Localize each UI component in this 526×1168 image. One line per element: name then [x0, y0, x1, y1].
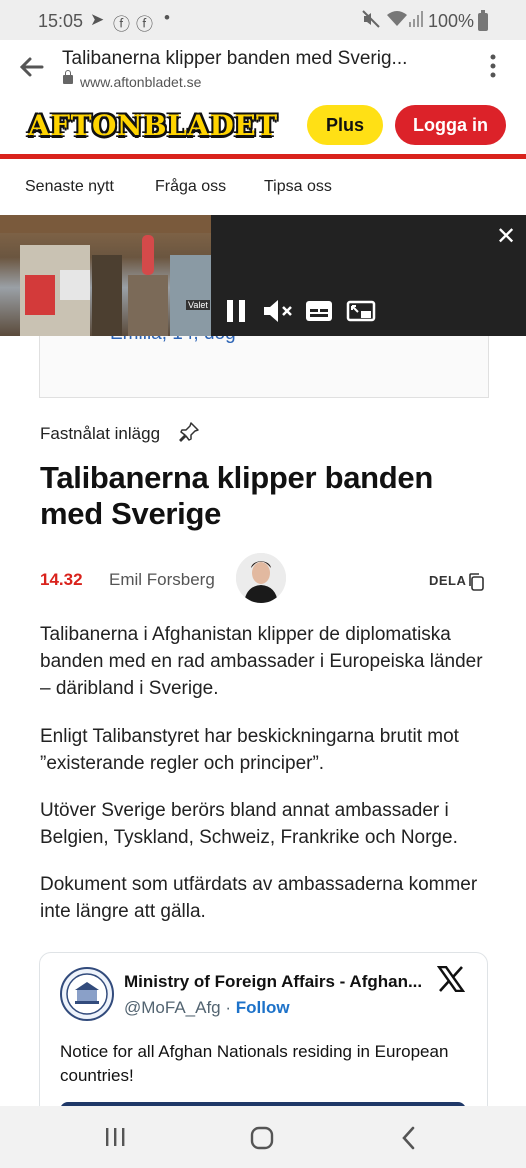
- status-bar: 15:05 ➤ ⓕ ⓕ • 100%: [0, 0, 526, 40]
- separator-dot: ·: [225, 998, 232, 1017]
- tweet-handle-row: @MoFA_Afg · Follow: [124, 998, 290, 1018]
- tweet-handle[interactable]: @MoFA_Afg: [124, 998, 221, 1017]
- page-title[interactable]: Talibanerna klipper banden med Sverig...: [62, 48, 407, 70]
- follow-button[interactable]: Follow: [236, 998, 290, 1017]
- site-logo[interactable]: AFTONBLADET: [22, 108, 283, 144]
- pinned-label: Fastnålat inlägg: [40, 424, 161, 443]
- author-avatar[interactable]: [236, 553, 286, 603]
- picture-in-picture-icon[interactable]: [346, 300, 376, 327]
- nav-item-ask-us[interactable]: Fråga oss: [155, 178, 226, 196]
- tweet-author-name[interactable]: Ministry of Foreign Affairs - Afghan...: [124, 972, 422, 992]
- status-time: 15:05: [38, 11, 84, 31]
- close-video-icon[interactable]: ✕: [496, 222, 516, 251]
- recent-apps-icon[interactable]: [104, 1127, 126, 1152]
- lock-icon: [63, 70, 73, 84]
- battery-indicator: 100%: [427, 9, 488, 32]
- post-time: 14.32: [40, 570, 83, 589]
- article-paragraph: Dokument som utfärdats av ambassaderna k…: [40, 874, 478, 922]
- telegram-icon: ➤: [90, 10, 105, 29]
- article-paragraph: Talibanerna i Afghanistan klipper de dip…: [40, 624, 483, 699]
- video-thumb-caption: Valet: [186, 300, 210, 310]
- x-logo-icon[interactable]: [436, 965, 466, 999]
- article-paragraph: Utöver Sverige berörs bland annat ambass…: [40, 800, 458, 848]
- tweet-text: Notice for all Afghan Nationals residing…: [60, 1042, 449, 1085]
- article-headline: Talibanerna klipper banden med Sverige: [40, 460, 433, 531]
- more-menu-icon[interactable]: [490, 54, 496, 83]
- battery-icon: [478, 9, 488, 31]
- tweet-avatar[interactable]: [60, 967, 114, 1021]
- back-icon[interactable]: [400, 1126, 418, 1155]
- nav-item-tip-us[interactable]: Tipsa oss: [264, 178, 332, 196]
- dot-icon: •: [164, 8, 170, 27]
- copy-icon[interactable]: [467, 572, 485, 597]
- article-paragraph: Enligt Talibanstyret har beskickningarna…: [40, 726, 459, 774]
- related-card[interactable]: [39, 336, 489, 398]
- wifi-icon: [386, 10, 408, 33]
- mute-icon: [362, 10, 380, 33]
- plus-button[interactable]: Plus: [307, 105, 383, 145]
- url-host[interactable]: www.aftonbladet.se: [80, 74, 201, 90]
- header-divider: [0, 154, 526, 159]
- facebook-icon: ⓕ: [136, 15, 153, 34]
- author-name[interactable]: Emil Forsberg: [109, 570, 215, 590]
- pin-icon: [178, 421, 200, 443]
- share-button[interactable]: DELA: [429, 573, 466, 588]
- nav-item-latest[interactable]: Senaste nytt: [25, 178, 114, 196]
- subtitles-icon[interactable]: [305, 300, 333, 327]
- battery-percent: 100%: [427, 11, 474, 31]
- signal-icon: [408, 10, 424, 33]
- login-button[interactable]: Logga in: [395, 105, 506, 145]
- video-thumbnail[interactable]: Valet: [0, 215, 211, 336]
- facebook-icon: ⓕ: [113, 15, 130, 34]
- home-icon[interactable]: [250, 1126, 274, 1155]
- pause-icon[interactable]: [224, 298, 248, 329]
- back-arrow-icon[interactable]: [18, 55, 44, 84]
- mute-icon[interactable]: [262, 298, 294, 329]
